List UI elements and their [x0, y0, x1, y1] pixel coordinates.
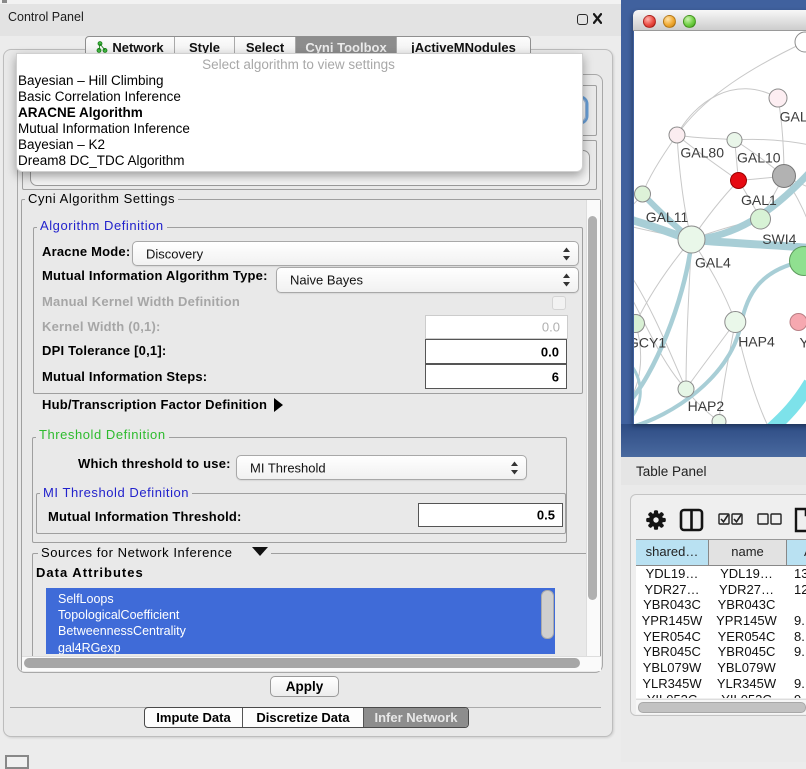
svg-text:GCY1: GCY1 — [634, 335, 666, 351]
svg-text:GAL10: GAL10 — [737, 150, 781, 166]
svg-text:HAP4: HAP4 — [738, 334, 775, 350]
svg-text:GAL4: GAL4 — [695, 255, 731, 271]
svg-text:GAL1: GAL1 — [741, 192, 777, 208]
svg-text:Y: Y — [800, 335, 806, 351]
svg-text:GAL11: GAL11 — [646, 209, 689, 225]
svg-text:HAP2: HAP2 — [688, 398, 725, 414]
svg-text:GAL2: GAL2 — [780, 109, 806, 125]
svg-text:SWI4: SWI4 — [762, 231, 796, 247]
svg-text:GAL80: GAL80 — [680, 145, 724, 161]
